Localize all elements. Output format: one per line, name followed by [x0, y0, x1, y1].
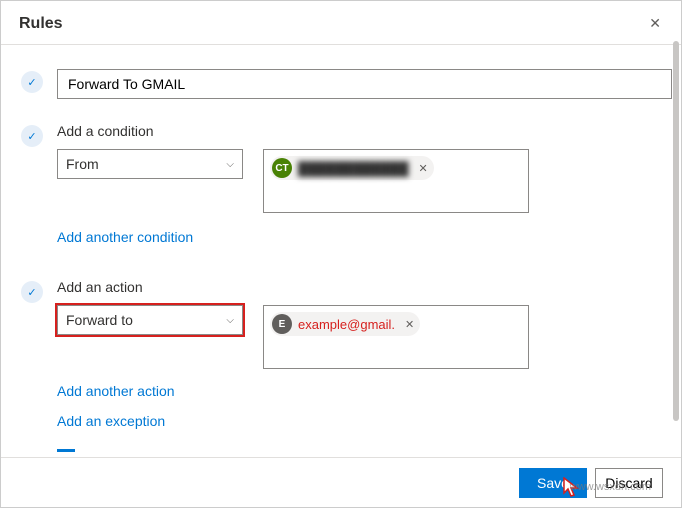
dialog-content: ✓ ✓ Add a condition From ⌵ CT ██████████…: [1, 45, 681, 461]
chevron-down-icon: ⌵: [226, 159, 234, 170]
dialog-header: Rules ✕: [1, 1, 681, 45]
condition-selector-label: From: [66, 156, 99, 172]
action-selector-label: Forward to: [66, 312, 133, 328]
remove-pill-icon[interactable]: ✕: [405, 318, 414, 331]
avatar: CT: [272, 158, 292, 178]
rule-name-row: ✓: [21, 69, 661, 99]
contact-pill[interactable]: CT ████████████ ✕: [270, 156, 434, 180]
check-icon: ✓: [21, 71, 43, 93]
add-exception-link[interactable]: Add an exception: [57, 413, 661, 429]
avatar: E: [272, 314, 292, 334]
condition-selector[interactable]: From ⌵: [57, 149, 243, 179]
chevron-down-icon: ⌵: [226, 315, 234, 326]
remove-pill-icon[interactable]: ✕: [419, 162, 428, 175]
action-value-box[interactable]: E example@gmail. ✕: [263, 305, 529, 369]
add-action-link[interactable]: Add another action: [57, 383, 661, 399]
save-button[interactable]: Save: [519, 468, 587, 498]
discard-button[interactable]: Discard: [595, 468, 663, 498]
contact-pill[interactable]: E example@gmail. ✕: [270, 312, 420, 336]
contact-name-redacted: ████████████: [298, 161, 409, 176]
contact-email: example@gmail.: [298, 317, 395, 332]
close-icon[interactable]: ✕: [645, 11, 665, 36]
check-icon: ✓: [21, 281, 43, 303]
check-icon: ✓: [21, 125, 43, 147]
condition-value-box[interactable]: CT ████████████ ✕: [263, 149, 529, 213]
condition-section: ✓ Add a condition From ⌵ CT ████████████…: [21, 123, 661, 245]
action-links: Add another action Add an exception: [57, 383, 661, 429]
condition-title: Add a condition: [57, 123, 661, 139]
scrollbar[interactable]: [673, 41, 679, 421]
action-selector[interactable]: Forward to ⌵: [57, 305, 243, 335]
add-condition-link[interactable]: Add another condition: [57, 229, 661, 245]
dialog-title: Rules: [19, 15, 63, 33]
dialog-footer: Save Discard: [1, 457, 681, 507]
progress-indicator: [57, 449, 75, 452]
action-title: Add an action: [57, 279, 661, 295]
action-section: ✓ Add an action Forward to ⌵ E example@g…: [21, 279, 661, 452]
rule-name-input[interactable]: [57, 69, 672, 99]
